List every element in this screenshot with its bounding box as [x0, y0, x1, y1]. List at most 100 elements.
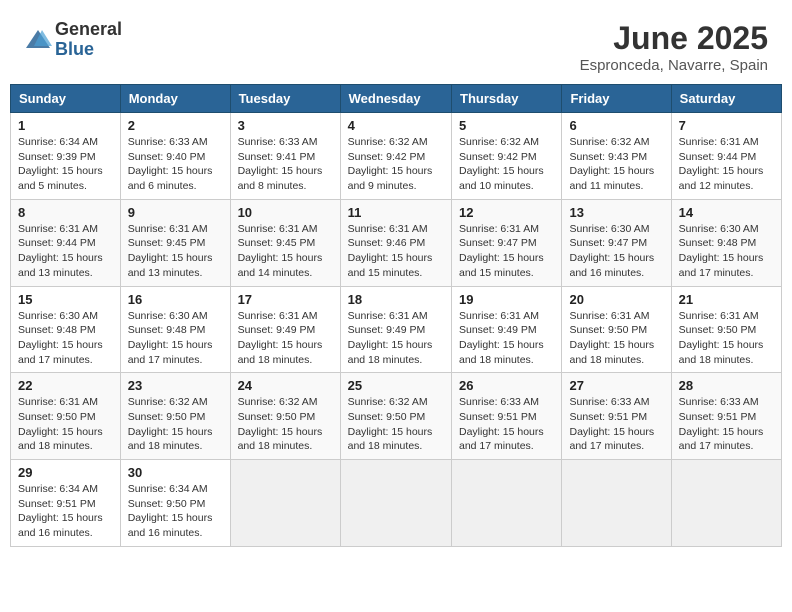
day-info: Sunrise: 6:33 AM Sunset: 9:51 PM Dayligh…: [569, 395, 663, 454]
day-number: 2: [128, 118, 223, 133]
day-number: 25: [348, 378, 444, 393]
day-info: Sunrise: 6:31 AM Sunset: 9:44 PM Dayligh…: [18, 222, 113, 281]
calendar-cell: 20 Sunrise: 6:31 AM Sunset: 9:50 PM Dayli…: [562, 286, 671, 373]
calendar-week-row: 22 Sunrise: 6:31 AM Sunset: 9:50 PM Dayli…: [11, 373, 782, 460]
calendar-cell: 3 Sunrise: 6:33 AM Sunset: 9:41 PM Daylig…: [230, 113, 340, 200]
calendar-week-row: 8Sunrise: 6:31 AM Sunset: 9:44 PM Daylig…: [11, 199, 782, 286]
col-thursday: Thursday: [452, 85, 562, 113]
header: General Blue June 2025 Espronceda, Navar…: [10, 10, 782, 80]
day-number: 12: [459, 205, 554, 220]
calendar-cell: 25 Sunrise: 6:32 AM Sunset: 9:50 PM Dayli…: [340, 373, 451, 460]
day-number: 3: [238, 118, 333, 133]
day-info: Sunrise: 6:32 AM Sunset: 9:43 PM Dayligh…: [569, 135, 663, 194]
col-wednesday: Wednesday: [340, 85, 451, 113]
calendar-cell: 23Sunrise: 6:32 AM Sunset: 9:50 PM Dayli…: [120, 373, 230, 460]
calendar-cell: 18 Sunrise: 6:31 AM Sunset: 9:49 PM Dayli…: [340, 286, 451, 373]
day-info: Sunrise: 6:31 AM Sunset: 9:50 PM Dayligh…: [18, 395, 113, 454]
calendar-cell: 13 Sunrise: 6:30 AM Sunset: 9:47 PM Dayli…: [562, 199, 671, 286]
day-info: Sunrise: 6:33 AM Sunset: 9:41 PM Dayligh…: [238, 135, 333, 194]
calendar-cell: 12 Sunrise: 6:31 AM Sunset: 9:47 PM Dayli…: [452, 199, 562, 286]
day-number: 13: [569, 205, 663, 220]
page-subtitle: Espronceda, Navarre, Spain: [580, 57, 768, 74]
day-number: 18: [348, 292, 444, 307]
calendar-cell: 27 Sunrise: 6:33 AM Sunset: 9:51 PM Dayli…: [562, 373, 671, 460]
day-number: 24: [238, 378, 333, 393]
day-info: Sunrise: 6:33 AM Sunset: 9:40 PM Dayligh…: [128, 135, 223, 194]
day-info: Sunrise: 6:32 AM Sunset: 9:42 PM Dayligh…: [459, 135, 554, 194]
day-info: Sunrise: 6:31 AM Sunset: 9:46 PM Dayligh…: [348, 222, 444, 281]
calendar-cell: [671, 460, 781, 547]
title-area: June 2025 Espronceda, Navarre, Spain: [580, 20, 768, 74]
day-number: 7: [679, 118, 774, 133]
day-info: Sunrise: 6:32 AM Sunset: 9:50 PM Dayligh…: [348, 395, 444, 454]
day-info: Sunrise: 6:31 AM Sunset: 9:49 PM Dayligh…: [459, 309, 554, 368]
calendar-cell: [452, 460, 562, 547]
day-info: Sunrise: 6:33 AM Sunset: 9:51 PM Dayligh…: [459, 395, 554, 454]
logo-blue-text: Blue: [55, 40, 122, 60]
calendar-week-row: 1Sunrise: 6:34 AM Sunset: 9:39 PM Daylig…: [11, 113, 782, 200]
day-info: Sunrise: 6:30 AM Sunset: 9:47 PM Dayligh…: [569, 222, 663, 281]
day-info: Sunrise: 6:32 AM Sunset: 9:50 PM Dayligh…: [238, 395, 333, 454]
day-info: Sunrise: 6:30 AM Sunset: 9:48 PM Dayligh…: [18, 309, 113, 368]
calendar-cell: 6 Sunrise: 6:32 AM Sunset: 9:43 PM Daylig…: [562, 113, 671, 200]
day-info: Sunrise: 6:33 AM Sunset: 9:51 PM Dayligh…: [679, 395, 774, 454]
day-info: Sunrise: 6:32 AM Sunset: 9:42 PM Dayligh…: [348, 135, 444, 194]
calendar-cell: 2 Sunrise: 6:33 AM Sunset: 9:40 PM Daylig…: [120, 113, 230, 200]
calendar-table: Sunday Monday Tuesday Wednesday Thursday…: [10, 84, 782, 547]
day-number: 6: [569, 118, 663, 133]
calendar-cell: 19 Sunrise: 6:31 AM Sunset: 9:49 PM Dayli…: [452, 286, 562, 373]
calendar-header-row: Sunday Monday Tuesday Wednesday Thursday…: [11, 85, 782, 113]
logo-general-text: General: [55, 20, 122, 40]
day-number: 22: [18, 378, 113, 393]
calendar-cell: 5 Sunrise: 6:32 AM Sunset: 9:42 PM Daylig…: [452, 113, 562, 200]
calendar-cell: 1Sunrise: 6:34 AM Sunset: 9:39 PM Daylig…: [11, 113, 121, 200]
calendar-cell: 21 Sunrise: 6:31 AM Sunset: 9:50 PM Dayli…: [671, 286, 781, 373]
logo-icon: [24, 26, 52, 54]
day-info: Sunrise: 6:34 AM Sunset: 9:50 PM Dayligh…: [128, 482, 223, 541]
day-number: 27: [569, 378, 663, 393]
day-number: 10: [238, 205, 333, 220]
calendar-cell: 4 Sunrise: 6:32 AM Sunset: 9:42 PM Daylig…: [340, 113, 451, 200]
day-info: Sunrise: 6:30 AM Sunset: 9:48 PM Dayligh…: [128, 309, 223, 368]
day-number: 30: [128, 465, 223, 480]
day-number: 19: [459, 292, 554, 307]
col-friday: Friday: [562, 85, 671, 113]
calendar-cell: 26Sunrise: 6:33 AM Sunset: 9:51 PM Dayli…: [452, 373, 562, 460]
day-info: Sunrise: 6:31 AM Sunset: 9:50 PM Dayligh…: [679, 309, 774, 368]
day-info: Sunrise: 6:34 AM Sunset: 9:51 PM Dayligh…: [18, 482, 113, 541]
day-number: 9: [128, 205, 223, 220]
calendar-cell: 29Sunrise: 6:34 AM Sunset: 9:51 PM Dayli…: [11, 460, 121, 547]
day-info: Sunrise: 6:31 AM Sunset: 9:44 PM Dayligh…: [679, 135, 774, 194]
col-tuesday: Tuesday: [230, 85, 340, 113]
page-title: June 2025: [580, 20, 768, 57]
calendar-cell: 30 Sunrise: 6:34 AM Sunset: 9:50 PM Dayli…: [120, 460, 230, 547]
day-info: Sunrise: 6:31 AM Sunset: 9:47 PM Dayligh…: [459, 222, 554, 281]
day-number: 17: [238, 292, 333, 307]
calendar-cell: [230, 460, 340, 547]
col-saturday: Saturday: [671, 85, 781, 113]
calendar-cell: 8Sunrise: 6:31 AM Sunset: 9:44 PM Daylig…: [11, 199, 121, 286]
day-number: 1: [18, 118, 113, 133]
calendar-week-row: 15Sunrise: 6:30 AM Sunset: 9:48 PM Dayli…: [11, 286, 782, 373]
day-number: 20: [569, 292, 663, 307]
calendar-week-row: 29Sunrise: 6:34 AM Sunset: 9:51 PM Dayli…: [11, 460, 782, 547]
calendar-cell: 11 Sunrise: 6:31 AM Sunset: 9:46 PM Dayli…: [340, 199, 451, 286]
calendar-cell: 15Sunrise: 6:30 AM Sunset: 9:48 PM Dayli…: [11, 286, 121, 373]
day-number: 4: [348, 118, 444, 133]
calendar-cell: 22 Sunrise: 6:31 AM Sunset: 9:50 PM Dayli…: [11, 373, 121, 460]
day-number: 11: [348, 205, 444, 220]
day-number: 28: [679, 378, 774, 393]
calendar-cell: 24 Sunrise: 6:32 AM Sunset: 9:50 PM Dayli…: [230, 373, 340, 460]
col-monday: Monday: [120, 85, 230, 113]
calendar-cell: [340, 460, 451, 547]
day-number: 21: [679, 292, 774, 307]
day-info: Sunrise: 6:31 AM Sunset: 9:45 PM Dayligh…: [128, 222, 223, 281]
calendar-cell: 17 Sunrise: 6:31 AM Sunset: 9:49 PM Dayli…: [230, 286, 340, 373]
day-info: Sunrise: 6:31 AM Sunset: 9:50 PM Dayligh…: [569, 309, 663, 368]
day-number: 5: [459, 118, 554, 133]
day-info: Sunrise: 6:31 AM Sunset: 9:49 PM Dayligh…: [348, 309, 444, 368]
day-number: 14: [679, 205, 774, 220]
day-info: Sunrise: 6:31 AM Sunset: 9:49 PM Dayligh…: [238, 309, 333, 368]
calendar-cell: 9 Sunrise: 6:31 AM Sunset: 9:45 PM Daylig…: [120, 199, 230, 286]
calendar-cell: 14Sunrise: 6:30 AM Sunset: 9:48 PM Dayli…: [671, 199, 781, 286]
